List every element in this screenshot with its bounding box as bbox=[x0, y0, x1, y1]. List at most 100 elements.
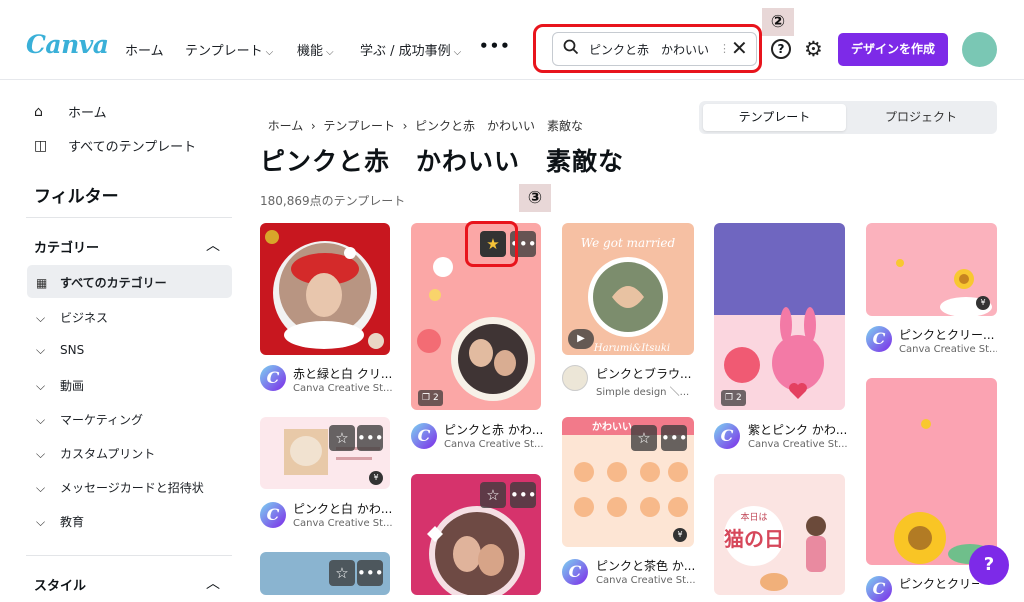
chevron-down-icon: ⌵ bbox=[36, 379, 46, 393]
layout-icon: ◫ bbox=[34, 137, 48, 154]
divider bbox=[26, 217, 232, 218]
thumbnail-text: かわいい bbox=[592, 421, 632, 433]
template-title[interactable]: 赤と緑と白 クリ... bbox=[293, 365, 393, 382]
canva-creator-icon[interactable]: C bbox=[562, 559, 588, 585]
canva-creator-icon[interactable]: C bbox=[866, 576, 892, 602]
chevron-up-icon[interactable]: ︿ bbox=[206, 573, 220, 593]
annotation-number-3: ③ bbox=[519, 184, 551, 212]
category-all[interactable]: ▦ すべてのカテゴリー bbox=[36, 274, 167, 291]
help-fab-button[interactable]: ? bbox=[969, 545, 1009, 585]
canva-creator-icon[interactable]: C bbox=[260, 365, 286, 391]
thumbnail-small-text: 本日は bbox=[740, 511, 767, 523]
template-creator[interactable]: Canva Creative St... bbox=[293, 518, 393, 529]
canva-creator-icon[interactable]: C bbox=[411, 423, 437, 449]
help-icon[interactable]: ? bbox=[771, 39, 791, 59]
canva-creator-icon[interactable]: C bbox=[260, 502, 286, 528]
annotation-highlight-star bbox=[465, 221, 518, 267]
template-creator[interactable]: Simple design ＼... bbox=[596, 383, 696, 398]
create-design-button[interactable]: デザインを作成 bbox=[838, 33, 948, 66]
tab-projects[interactable]: プロジェクト bbox=[849, 104, 993, 131]
category-education[interactable]: ⌵ 教育 bbox=[36, 513, 84, 530]
canva-logo[interactable]: Canva bbox=[26, 30, 109, 59]
nav-templates[interactable]: テンプレート ⌵ bbox=[185, 40, 273, 59]
chevron-up-icon[interactable]: ︿ bbox=[206, 235, 220, 255]
page-title: ピンクと赤 かわいい 素敵な bbox=[260, 147, 625, 176]
more-options-icon[interactable]: ••• bbox=[357, 425, 384, 451]
chevron-down-icon: ⌵ bbox=[36, 413, 46, 427]
breadcrumb-templates[interactable]: テンプレート bbox=[323, 119, 395, 133]
premium-yen-badge: ¥ bbox=[369, 471, 383, 485]
template-preview-image bbox=[894, 419, 992, 564]
template-title[interactable]: ピンクとブラウ... bbox=[596, 365, 696, 382]
category-marketing[interactable]: ⌵ マーケティング bbox=[36, 411, 143, 428]
annotation-highlight-search bbox=[533, 24, 762, 73]
template-title[interactable]: ピンクと茶色 か... bbox=[596, 557, 696, 574]
chevron-down-icon: ⌵ bbox=[453, 47, 462, 58]
favorite-star-icon[interactable]: ☆ bbox=[631, 425, 657, 451]
tab-templates[interactable]: テンプレート bbox=[703, 104, 846, 131]
chevron-down-icon: ⌵ bbox=[36, 515, 46, 529]
category-section-toggle[interactable]: カテゴリー bbox=[34, 237, 99, 256]
breadcrumb-current: ピンクと赤 かわいい 素敵な bbox=[415, 119, 584, 133]
template-creator[interactable]: Canva Creative St... bbox=[444, 439, 544, 450]
creator-avatar[interactable] bbox=[562, 365, 588, 391]
template-title[interactable]: ピンクとクリー... bbox=[899, 326, 997, 343]
annotation-number-2: ② bbox=[762, 8, 794, 36]
nav-learn[interactable]: 学ぶ / 成功事例 ⌵ bbox=[360, 40, 461, 59]
chevron-down-icon: ⌵ bbox=[326, 47, 334, 58]
more-options-icon[interactable]: ••• bbox=[357, 560, 384, 586]
template-thumbnail[interactable]: 本日は 猫の日 bbox=[714, 474, 845, 595]
more-options-icon[interactable]: ••• bbox=[510, 482, 537, 508]
nav-home[interactable]: ホーム bbox=[125, 40, 164, 59]
template-title[interactable]: ピンクとクリー... bbox=[899, 575, 979, 592]
divider bbox=[26, 555, 232, 556]
chevron-down-icon: ⌵ bbox=[36, 343, 46, 357]
category-custom-print[interactable]: ⌵ カスタムプリント bbox=[36, 445, 155, 462]
more-menu-button[interactable]: ••• bbox=[479, 37, 511, 55]
thumbnail-text: We got married bbox=[581, 236, 676, 250]
breadcrumb-home[interactable]: ホーム bbox=[268, 119, 304, 133]
premium-yen-badge: ¥ bbox=[673, 528, 687, 542]
premium-yen-badge: ¥ bbox=[976, 296, 990, 310]
canva-creator-icon[interactable]: C bbox=[866, 326, 892, 352]
nav-features[interactable]: 機能 ⌵ bbox=[297, 40, 334, 59]
result-count: 180,869点のテンプレート bbox=[260, 194, 406, 208]
chevron-down-icon: ⌵ bbox=[36, 481, 46, 495]
page-count-badge: ❐ 2 bbox=[721, 390, 746, 406]
template-creator[interactable]: Canva Creative St... bbox=[748, 439, 848, 450]
style-section-toggle[interactable]: スタイル bbox=[34, 575, 86, 594]
video-play-icon[interactable]: ▶ bbox=[568, 329, 594, 349]
tab-switcher: テンプレート プロジェクト bbox=[699, 101, 997, 134]
category-sns[interactable]: ⌵ SNS bbox=[36, 343, 84, 358]
category-cards-invitations[interactable]: ⌵ メッセージカードと招待状 bbox=[36, 479, 204, 496]
template-creator[interactable]: Canva Creative St... bbox=[899, 344, 997, 355]
sidebar-item-home[interactable]: ⌂ ホーム bbox=[34, 102, 107, 122]
template-thumbnail[interactable] bbox=[260, 223, 390, 355]
gear-icon[interactable]: ⚙ bbox=[804, 37, 823, 61]
template-preview-image: 本日は 猫の日 bbox=[724, 506, 826, 591]
more-options-icon[interactable]: ••• bbox=[661, 425, 688, 451]
favorite-star-icon[interactable]: ☆ bbox=[480, 482, 506, 508]
template-preview-image bbox=[714, 223, 845, 410]
template-creator[interactable]: Canva Creative St... bbox=[596, 575, 696, 586]
template-thumbnail[interactable] bbox=[866, 378, 997, 565]
thumbnail-title-text: 猫の日 bbox=[724, 527, 784, 551]
avatar[interactable] bbox=[962, 32, 997, 67]
chevron-down-icon: ⌵ bbox=[36, 447, 46, 461]
template-creator[interactable]: Canva Creative St... bbox=[293, 383, 393, 394]
home-icon: ⌂ bbox=[34, 103, 43, 120]
thumbnail-subtext: Harumi&Itsuki bbox=[593, 343, 670, 354]
favorite-star-icon[interactable]: ☆ bbox=[329, 560, 355, 586]
template-title[interactable]: 紫とピンク かわ... bbox=[748, 421, 848, 438]
category-video[interactable]: ⌵ 動画 bbox=[36, 377, 84, 394]
filter-title: フィルター bbox=[34, 187, 119, 207]
template-title[interactable]: ピンクと赤 かわ... bbox=[444, 421, 544, 438]
chevron-down-icon: ⌵ bbox=[36, 311, 46, 325]
template-title[interactable]: ピンクと白 かわ... bbox=[293, 500, 393, 517]
favorite-star-icon[interactable]: ☆ bbox=[329, 425, 355, 451]
canva-creator-icon[interactable]: C bbox=[714, 423, 740, 449]
template-thumbnail[interactable] bbox=[714, 223, 845, 410]
category-business[interactable]: ⌵ ビジネス bbox=[36, 309, 108, 326]
sidebar-item-all-templates[interactable]: ◫ すべてのテンプレート bbox=[34, 136, 196, 156]
breadcrumb: ホーム › テンプレート › ピンクと赤 かわいい 素敵な bbox=[267, 119, 584, 133]
